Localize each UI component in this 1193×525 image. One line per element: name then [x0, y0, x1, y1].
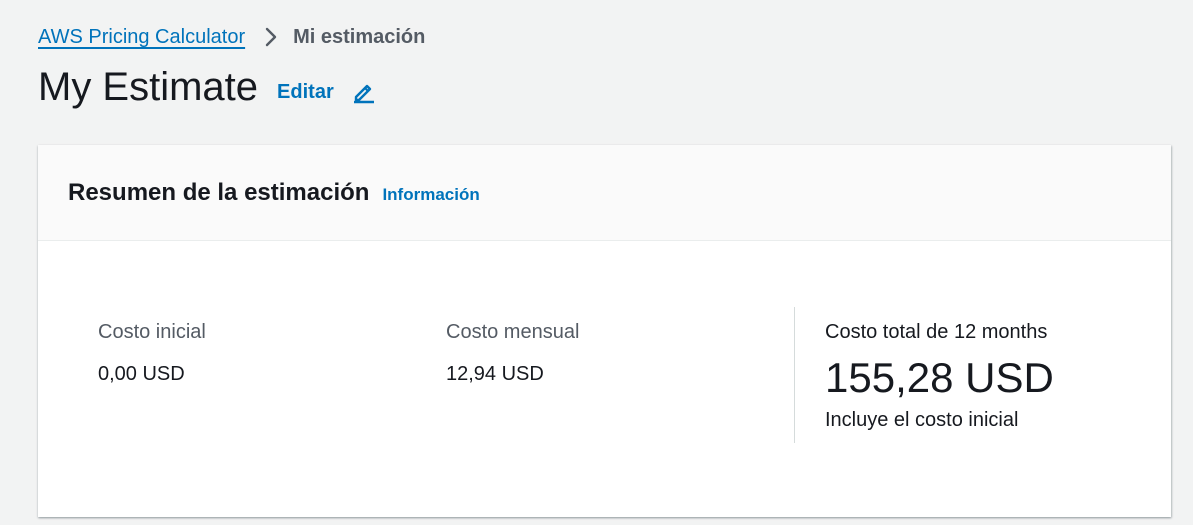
breadcrumb: AWS Pricing Calculator Mi estimación [38, 24, 425, 50]
page-header: My Estimate Editar [38, 62, 376, 112]
edit-button[interactable]: Editar [277, 81, 334, 104]
panel-title: Resumen de la estimación [68, 178, 370, 206]
page-title: My Estimate [38, 65, 259, 109]
upfront-cost-value: 0,00 USD [98, 363, 185, 385]
upfront-cost-label: Costo inicial [98, 321, 206, 343]
upfront-cost: Costo inicial 0,00 USD [98, 319, 206, 387]
monthly-cost-label: Costo mensual [446, 321, 580, 343]
chevron-right-icon [265, 27, 277, 47]
panel-header: Resumen de la estimación Información [38, 145, 1171, 241]
total-cost-value: 155,28 USD [825, 354, 1054, 401]
breadcrumb-current: Mi estimación [293, 26, 426, 48]
total-cost-note: Incluye el costo inicial [825, 409, 1019, 431]
total-cost-label: Costo total de 12 months [825, 321, 1048, 343]
info-link[interactable]: Información [382, 185, 479, 205]
panel-body: Costo inicial 0,00 USD Costo mensual 12,… [38, 241, 1171, 516]
monthly-cost: Costo mensual 12,94 USD [446, 319, 579, 387]
monthly-cost-value: 12,94 USD [446, 363, 544, 385]
breadcrumb-link-pricing-calculator[interactable]: AWS Pricing Calculator [38, 24, 245, 50]
estimate-summary-panel: Resumen de la estimación Información Cos… [38, 145, 1171, 517]
divider [794, 307, 795, 443]
pencil-icon[interactable] [352, 80, 376, 104]
total-cost: Costo total de 12 months 155,28 USD Incl… [825, 319, 1054, 433]
